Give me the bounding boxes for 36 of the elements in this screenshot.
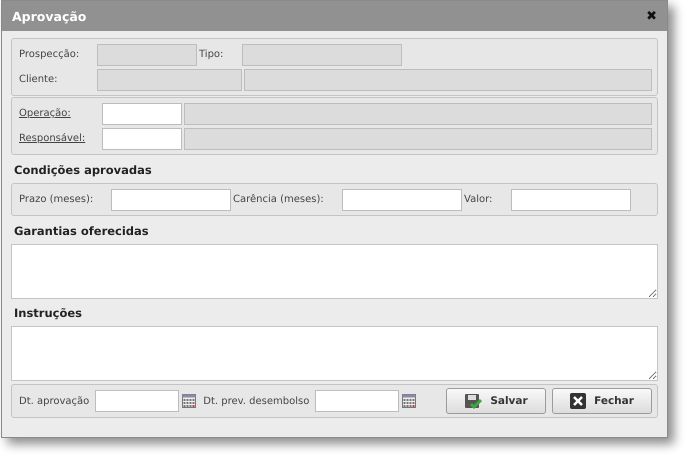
field-label: Dt. prev. desembolso [203, 396, 310, 406]
save-button[interactable]: Salvar [446, 388, 546, 414]
disk-check-icon [464, 392, 482, 410]
text-area[interactable] [11, 244, 658, 299]
text-field[interactable] [242, 44, 402, 66]
field-label: Carência (meses): [233, 194, 325, 205]
section-title: Instruções [14, 306, 84, 320]
field-label: Prazo (meses): [19, 194, 94, 205]
text-field[interactable] [111, 188, 231, 210]
calendar-icon[interactable] [182, 394, 196, 408]
text-area[interactable] [11, 326, 658, 381]
section-title: Garantias oferecidas [14, 224, 150, 238]
text-field[interactable] [97, 44, 197, 66]
text-field[interactable] [511, 188, 631, 210]
calendar-icon[interactable] [402, 394, 416, 408]
text-field[interactable] [244, 68, 652, 90]
field-label: Cliente: [19, 74, 58, 85]
section-title: Condições aprovadas [14, 163, 153, 177]
close-icon [570, 393, 586, 409]
text-field[interactable] [97, 68, 242, 90]
text-field[interactable] [184, 128, 652, 150]
field-label: Dt. aprovação [19, 396, 90, 406]
field-label: Valor: [464, 194, 494, 205]
close-button[interactable]: Fechar [552, 388, 652, 414]
date-field[interactable] [95, 390, 180, 412]
text-field[interactable] [342, 188, 462, 210]
text-field[interactable] [102, 128, 182, 150]
date-field[interactable] [315, 390, 400, 412]
field-label: Prospecção: [19, 49, 80, 60]
window-title: Aprovação [12, 8, 86, 24]
field-label: Tipo: [199, 49, 224, 60]
text-field[interactable] [184, 102, 652, 124]
text-field[interactable] [102, 102, 182, 124]
field-label[interactable]: Operação: [19, 108, 100, 119]
field-label[interactable]: Responsável: [19, 133, 100, 144]
close-button[interactable]: ✖ [646, 8, 657, 24]
